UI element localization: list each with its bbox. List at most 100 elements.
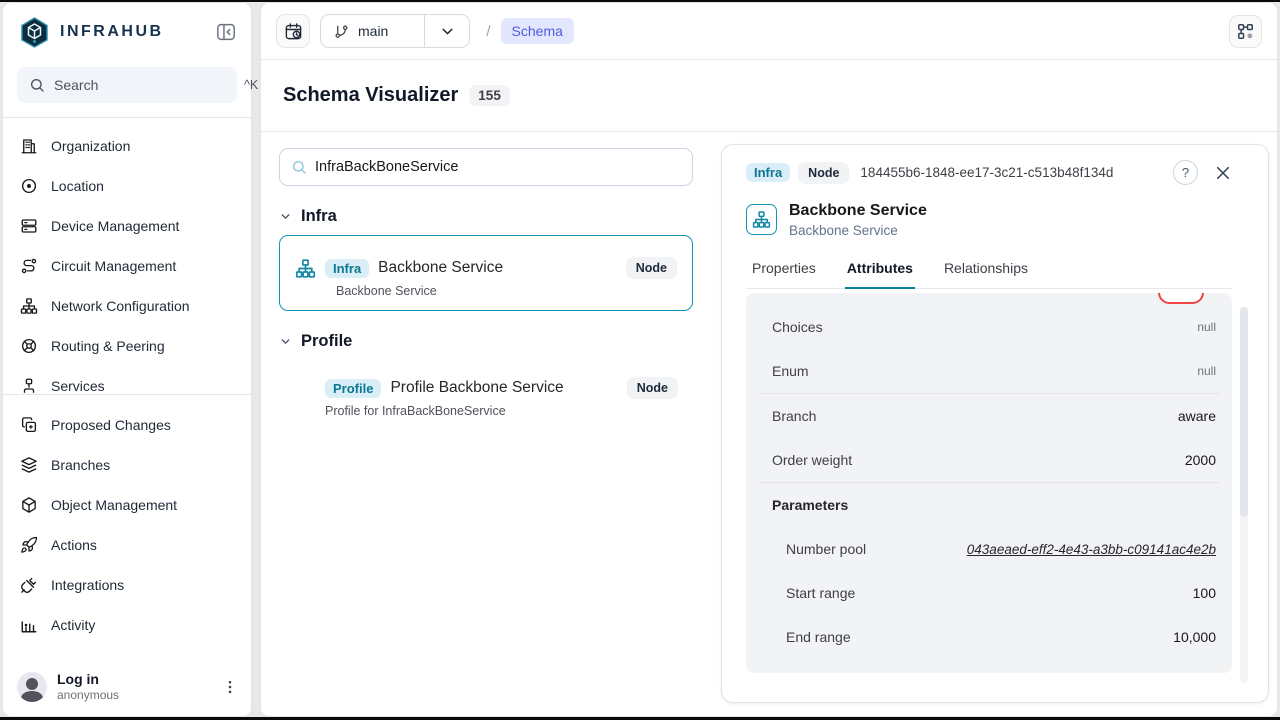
namespace-badge: Profile xyxy=(325,379,381,398)
copy-diff-icon xyxy=(20,416,38,434)
sidebar-item-proposed-changes[interactable]: Proposed Changes xyxy=(3,405,251,445)
close-icon[interactable] xyxy=(1214,164,1232,182)
network-icon xyxy=(20,297,38,315)
namespace-badge: Infra xyxy=(746,163,790,182)
schema-card-profile-backbone-service[interactable]: Profile Profile Backbone Service Node Pr… xyxy=(279,367,693,430)
login-label: Log in xyxy=(57,671,119,687)
schema-card-backbone-service[interactable]: Infra Backbone Service Node Backbone Ser… xyxy=(279,235,693,311)
sidebar-item-label: Activity xyxy=(51,617,95,633)
parameter-row: Start range 100 xyxy=(746,571,1232,615)
attribute-row: Branch aware xyxy=(746,394,1232,438)
hierarchy-icon xyxy=(746,204,777,235)
group-infra: Infra Infra Back xyxy=(279,207,693,311)
sidebar-item-location[interactable]: Location xyxy=(3,166,251,206)
scrollbar[interactable] xyxy=(1240,307,1248,683)
sidebar-search[interactable]: ^K xyxy=(17,67,237,103)
kebab-menu-icon[interactable] xyxy=(221,678,239,696)
schema-count-badge: 155 xyxy=(469,85,510,106)
branch-selector[interactable]: main xyxy=(320,14,470,48)
parameter-row: Number pool 043aeaed-eff2-4e43-a3bb-c091… xyxy=(746,527,1232,571)
sidebar-header: INFRAHUB xyxy=(3,3,251,61)
topbar: main / Schema xyxy=(261,3,1277,60)
schema-title: Backbone Service xyxy=(378,259,503,277)
search-icon xyxy=(29,77,45,93)
kind-badge: Node xyxy=(627,377,678,399)
sidebar-item-object-management[interactable]: Object Management xyxy=(3,485,251,525)
sidebar-item-organization[interactable]: Organization xyxy=(3,126,251,166)
sidebar-collapse-icon[interactable] xyxy=(213,20,239,44)
chevron-down-icon xyxy=(439,23,456,40)
sidebar-item-label: Circuit Management xyxy=(51,258,176,274)
hierarchy-icon xyxy=(295,258,316,279)
page-title: Schema Visualizer xyxy=(283,84,458,107)
namespace-badge: Infra xyxy=(325,259,369,278)
detail-panel: Infra Node 184455b6-1848-ee17-3c21-c513b… xyxy=(721,144,1269,703)
app-window: INFRAHUB ^K xyxy=(0,0,1280,720)
sidebar-item-label: Actions xyxy=(51,537,97,553)
breadcrumb-separator: / xyxy=(486,23,490,40)
globe-icon xyxy=(20,337,38,355)
kind-badge: Node xyxy=(798,162,849,184)
tab-attributes[interactable]: Attributes xyxy=(845,251,915,289)
detail-title: Backbone Service xyxy=(789,202,927,220)
number-pool-link[interactable]: 043aeaed-eff2-4e43-a3bb-c09141ac4e2b xyxy=(967,542,1216,557)
sidebar-item-circuit-management[interactable]: Circuit Management xyxy=(3,246,251,286)
git-branch-icon xyxy=(334,24,349,39)
group-name: Profile xyxy=(301,332,352,351)
kind-badge: Node xyxy=(626,257,677,279)
schema-list: Infra Infra Back xyxy=(279,148,693,430)
tab-relationships[interactable]: Relationships xyxy=(942,251,1030,288)
sidebar-nav: Organization Location Device Manageme xyxy=(3,118,251,394)
schema-description: Backbone Service xyxy=(336,284,677,298)
schema-filter-input[interactable] xyxy=(315,159,681,175)
sidebar-item-activity[interactable]: Activity xyxy=(3,605,251,645)
sidebar-item-label: Organization xyxy=(51,138,130,154)
sidebar-item-device-management[interactable]: Device Management xyxy=(3,206,251,246)
sidebar-item-services[interactable]: Services xyxy=(3,366,251,394)
group-profile-header[interactable]: Profile xyxy=(279,332,693,351)
layers-icon xyxy=(20,456,38,474)
infrahub-logo xyxy=(18,16,51,49)
branch-dropdown-toggle[interactable] xyxy=(425,15,469,47)
detail-header: Infra Node 184455b6-1848-ee17-3c21-c513b… xyxy=(746,160,1232,185)
search-input[interactable] xyxy=(54,77,235,93)
group-profile: Profile Profile Profile Backbone Service… xyxy=(279,332,693,430)
location-icon xyxy=(20,177,38,195)
plug-icon xyxy=(20,576,38,594)
sitemap-icon xyxy=(20,377,38,394)
workflow-button[interactable] xyxy=(1229,15,1262,48)
sidebar-item-branches[interactable]: Branches xyxy=(3,445,251,485)
sidebar-item-label: Location xyxy=(51,178,104,194)
sidebar-bottom-nav: Proposed Changes Branches Object Managem… xyxy=(3,395,251,645)
tab-properties[interactable]: Properties xyxy=(750,251,818,288)
attributes-scroll-area[interactable]: Choices null Enum null Branch aware Orde… xyxy=(746,293,1232,673)
chevron-down-icon xyxy=(279,335,292,348)
sidebar-item-label: Integrations xyxy=(51,577,124,593)
sidebar-item-network-configuration[interactable]: Network Configuration xyxy=(3,286,251,326)
cube-icon xyxy=(20,496,38,514)
app-title: INFRAHUB xyxy=(60,23,164,41)
main-panel: main / Schema xyxy=(260,2,1278,717)
sidebar-item-label: Network Configuration xyxy=(51,298,190,314)
breadcrumb-schema[interactable]: Schema xyxy=(501,18,574,44)
schema-filter[interactable] xyxy=(279,148,693,186)
uuid-text: 184455b6-1848-ee17-3c21-c513b48f134d xyxy=(860,165,1113,180)
search-icon xyxy=(291,159,307,175)
chevron-down-icon xyxy=(279,210,292,223)
server-icon xyxy=(20,217,38,235)
route-icon xyxy=(20,257,38,275)
detail-subtitle: Backbone Service xyxy=(789,223,927,238)
help-button[interactable]: ? xyxy=(1173,160,1198,185)
avatar xyxy=(17,672,47,702)
sidebar-item-label: Branches xyxy=(51,457,110,473)
attribute-row: Enum null xyxy=(746,349,1232,393)
search-shortcut: ^K xyxy=(244,78,258,92)
clipped-status-badge xyxy=(1158,293,1204,304)
sidebar-item-routing-peering[interactable]: Routing & Peering xyxy=(3,326,251,366)
sidebar-item-actions[interactable]: Actions xyxy=(3,525,251,565)
sidebar-item-integrations[interactable]: Integrations xyxy=(3,565,251,605)
group-infra-header[interactable]: Infra xyxy=(279,207,693,226)
scrollbar-thumb[interactable] xyxy=(1240,307,1248,517)
time-travel-button[interactable] xyxy=(276,14,310,48)
user-section[interactable]: Log in anonymous xyxy=(3,661,251,716)
